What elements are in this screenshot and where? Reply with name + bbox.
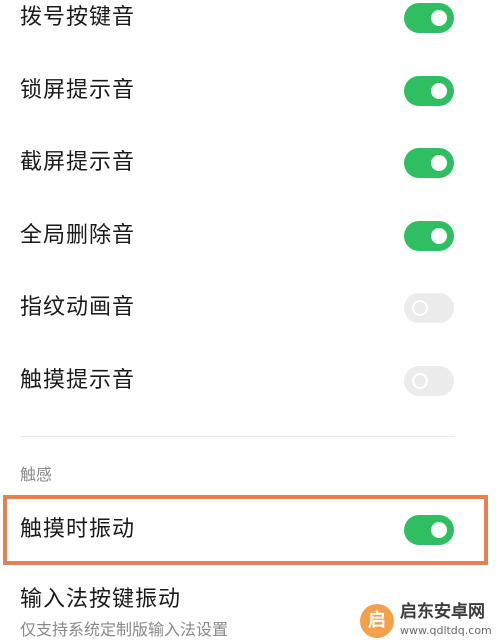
row-label: 拨号按键音 (20, 5, 136, 30)
toggle-knob (431, 10, 447, 26)
section-divider (20, 436, 455, 437)
toggle-knob (412, 300, 428, 316)
row-global-delete-tone[interactable]: 全局删除音 (0, 200, 500, 272)
row-touch-tone[interactable]: 触摸提示音 (0, 345, 500, 417)
fingerprint-animation-tone-toggle[interactable] (404, 293, 454, 323)
row-fingerprint-animation-tone[interactable]: 指纹动画音 (0, 272, 500, 344)
toggle-knob (431, 155, 447, 171)
row-label: 截屏提示音 (20, 150, 136, 175)
watermark-logo-icon: 启 (360, 604, 394, 638)
row-dial-keypad-tone[interactable]: 拨号按键音 (0, 0, 500, 54)
row-label: 锁屏提示音 (20, 78, 136, 103)
row-label: 指纹动画音 (20, 295, 136, 320)
screenshot-tone-toggle[interactable] (404, 148, 454, 178)
row-label: 全局删除音 (20, 223, 136, 248)
watermark-title: 启东安卓网 (400, 602, 485, 622)
toggle-knob (431, 83, 447, 99)
section-header-haptics: 触感 (20, 465, 53, 484)
row-label: 触摸提示音 (20, 368, 136, 393)
toggle-knob (412, 373, 428, 389)
ime-vibration-title: 输入法按键振动 (20, 587, 182, 612)
watermark: 启 启东安卓网 www.qdltdq.com (360, 600, 496, 642)
highlight-box (3, 495, 488, 565)
row-screenshot-tone[interactable]: 截屏提示音 (0, 127, 500, 199)
touch-tone-toggle[interactable] (404, 366, 454, 396)
toggle-knob (431, 228, 447, 244)
watermark-url: www.qdltdq.com (400, 624, 492, 637)
lock-screen-tone-toggle[interactable] (404, 76, 454, 106)
global-delete-tone-toggle[interactable] (404, 221, 454, 251)
row-lock-screen-tone[interactable]: 锁屏提示音 (0, 55, 500, 127)
ime-vibration-subtitle: 仅支持系统定制版输入法设置 (20, 620, 229, 639)
dial-keypad-tone-toggle[interactable] (404, 3, 454, 33)
